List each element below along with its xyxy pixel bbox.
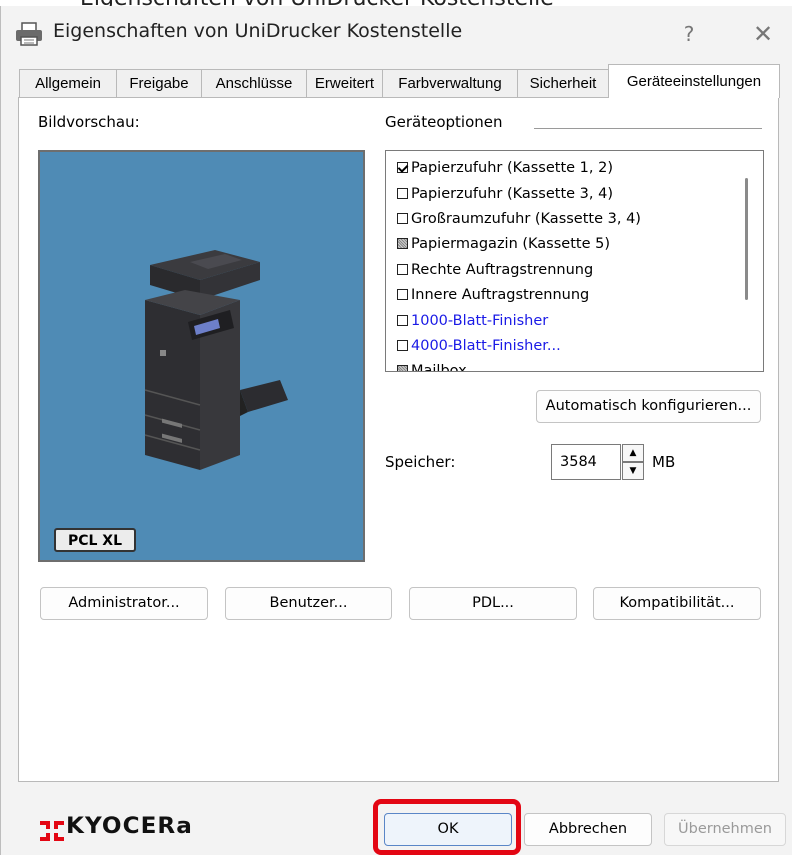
options-label: Geräteoptionen: [385, 113, 503, 131]
tab-freigabe[interactable]: Freigabe: [116, 69, 202, 97]
kyocera-logo-text: KYOCERa: [66, 814, 193, 839]
tab-farbverwaltung[interactable]: Farbverwaltung: [382, 69, 518, 97]
checkbox-icon: [397, 213, 408, 224]
checkbox-icon: [397, 315, 408, 326]
option-item[interactable]: Rechte Auftragstrennung: [397, 257, 593, 283]
administrator-button[interactable]: Administrator...: [40, 587, 208, 620]
checkbox-icon: [397, 264, 408, 275]
option-item[interactable]: Papiermagazin (Kassette 5): [397, 231, 610, 257]
list-scrollbar[interactable]: [745, 178, 748, 300]
kyocera-logo-icon: [40, 821, 64, 841]
apply-button[interactable]: Übernehmen: [664, 813, 786, 846]
user-button[interactable]: Benutzer...: [225, 587, 392, 620]
option-item[interactable]: Mailbox: [397, 358, 467, 371]
cancel-button[interactable]: Abbrechen: [524, 813, 652, 846]
memory-unit: MB: [652, 453, 676, 471]
tab-sicherheit[interactable]: Sicherheit: [517, 69, 609, 97]
preview-label: Bildvorschau:: [38, 113, 140, 131]
auto-configure-button[interactable]: Automatisch konfigurieren...: [536, 390, 761, 423]
spin-up-icon[interactable]: ▲: [622, 444, 644, 462]
spin-down-icon[interactable]: ▼: [622, 462, 644, 480]
group-divider: [534, 128, 762, 129]
option-item[interactable]: Großraumzufuhr (Kassette 3, 4): [397, 206, 641, 232]
tab-erweitert[interactable]: Erweitert: [306, 69, 383, 97]
checkbox-partial-icon: [397, 238, 408, 249]
memory-label: Speicher:: [385, 453, 456, 471]
help-button[interactable]: ?: [669, 14, 709, 54]
ok-highlight-frame: [373, 799, 521, 855]
tab-allgemein[interactable]: Allgemein: [19, 69, 117, 97]
close-button[interactable]: ✕: [741, 14, 785, 54]
checkbox-icon: [397, 289, 408, 300]
option-item[interactable]: Papierzufuhr (Kassette 1, 2): [397, 155, 613, 181]
pdl-badge: PCL XL: [54, 528, 136, 552]
memory-input[interactable]: 3584: [551, 444, 621, 480]
checkbox-icon: [397, 340, 408, 351]
checkbox-icon: [397, 188, 408, 199]
option-item[interactable]: Innere Auftragstrennung: [397, 282, 589, 308]
window-title: Eigenschaften von UniDrucker Kostenstell…: [53, 20, 463, 42]
pdl-button[interactable]: PDL...: [409, 587, 577, 620]
title-bar: Eigenschaften von UniDrucker Kostenstell…: [1, 6, 792, 62]
printer-image: [144, 250, 288, 470]
checkbox-partial-icon: [397, 365, 408, 371]
option-item[interactable]: 1000-Blatt-Finisher: [397, 308, 548, 334]
tab-geraeteeinstellungen[interactable]: Geräteeinstellungen: [608, 64, 780, 98]
compatibility-button[interactable]: Kompatibilität...: [593, 587, 761, 620]
tab-anschluesse[interactable]: Anschlüsse: [201, 69, 307, 97]
option-item[interactable]: 4000-Blatt-Finisher...: [397, 333, 561, 359]
device-options-list[interactable]: Papierzufuhr (Kassette 1, 2) Papierzufuh…: [385, 150, 764, 372]
printer-icon: [16, 22, 42, 46]
checkbox-checked-icon: [397, 162, 408, 173]
option-item[interactable]: Papierzufuhr (Kassette 3, 4): [397, 181, 613, 207]
